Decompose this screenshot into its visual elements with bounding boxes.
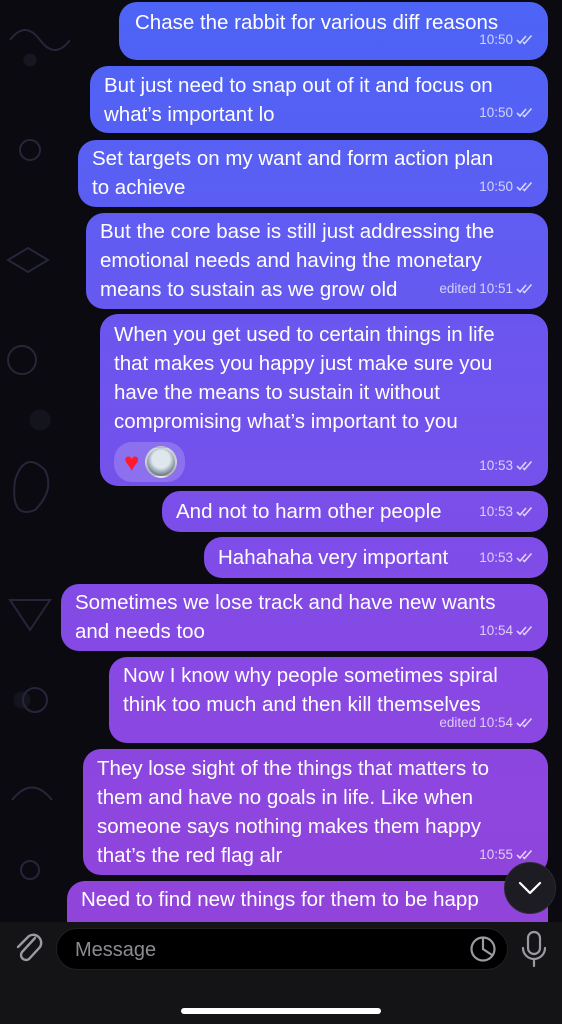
message-meta: 10:50 [479,172,534,201]
microphone-button[interactable] [518,928,550,970]
message-meta: edited 10:54 [439,708,534,737]
double-check-icon [516,107,533,118]
message-edited-label: edited [439,715,477,730]
message-bubble[interactable]: And not to harm other people 10:53 [162,491,548,532]
double-check-icon [516,34,533,45]
background-doodle-pattern [6,29,70,880]
message-time: 10:54 [479,715,513,730]
sticker-icon [470,936,496,962]
message-bubble[interactable]: They lose sight of the things that matte… [83,749,548,875]
microphone-icon [521,930,547,968]
message-bubble[interactable]: Hahahaha very important 10:53 [204,537,548,578]
message-time: 10:51 [479,281,513,296]
paperclip-icon [16,933,43,962]
message-time: 10:53 [479,504,513,519]
message-text: Need to find new things for them to be h… [81,888,479,911]
message-bubble[interactable]: Chase the rabbit for various diff reason… [119,2,548,60]
message-text: Sometimes we lose track and have new wan… [75,591,496,643]
message-time: 10:50 [479,32,513,47]
message-time: 10:53 [479,550,513,565]
message-text: When you get used to certain things in l… [114,323,495,433]
message-text: Chase the rabbit for various diff reason… [135,11,499,34]
message-input-container [56,928,508,971]
message-edited-label: edited [439,281,477,296]
heart-reaction: ♥ [124,447,140,477]
double-check-icon [516,625,533,636]
message-bubble[interactable]: Sometimes we lose track and have new wan… [61,584,548,651]
message-text: But just need to snap out of it and focu… [104,74,493,126]
message-time: 10:53 [479,458,513,473]
double-check-icon [516,460,533,471]
double-check-icon [516,181,533,192]
sticker-button[interactable] [468,934,498,964]
home-indicator [181,1008,381,1014]
scroll-to-bottom-button[interactable] [504,862,556,914]
double-check-icon [516,552,533,563]
message-meta: 10:53 [479,497,534,526]
attach-button[interactable] [12,930,46,968]
message-text: Hahahaha very important [218,546,449,569]
message-input[interactable] [73,929,457,971]
message-time: 10:55 [479,847,513,862]
message-meta: 10:50 [479,98,534,127]
message-bubble[interactable]: Now I know why people sometimes spiral t… [109,657,548,743]
message-bubble[interactable]: But the core base is still just addressi… [86,213,548,309]
chat-background: Chase the rabbit for various diff reason… [0,0,562,922]
message-text: They lose sight of the things that matte… [97,757,489,867]
message-bubble[interactable]: When you get used to certain things in l… [100,314,548,486]
double-check-icon [516,283,533,294]
message-meta: edited 10:51 [439,274,534,303]
double-check-icon [516,849,533,860]
message-time: 10:50 [479,105,513,120]
message-meta: 10:53 [479,451,534,480]
chevron-down-icon [518,881,542,895]
message-meta: 10:54 [479,616,534,645]
message-meta: 10:53 [479,543,534,572]
double-check-icon [516,717,533,728]
message-time: 10:50 [479,179,513,194]
message-meta: 10:50 [479,25,534,54]
message-bubble[interactable]: But just need to snap out of it and focu… [90,66,548,133]
double-check-icon [516,506,533,517]
message-bubble[interactable]: Need to find new things for them to be h… [67,881,548,922]
reactor-avatar [145,446,178,478]
message-text: Set targets on my want and form action p… [92,147,494,199]
message-text: And not to harm other people [176,500,442,523]
reaction-bar[interactable]: ♥ [114,442,186,482]
message-bubble[interactable]: Set targets on my want and form action p… [78,140,548,207]
message-time: 10:54 [479,623,513,638]
